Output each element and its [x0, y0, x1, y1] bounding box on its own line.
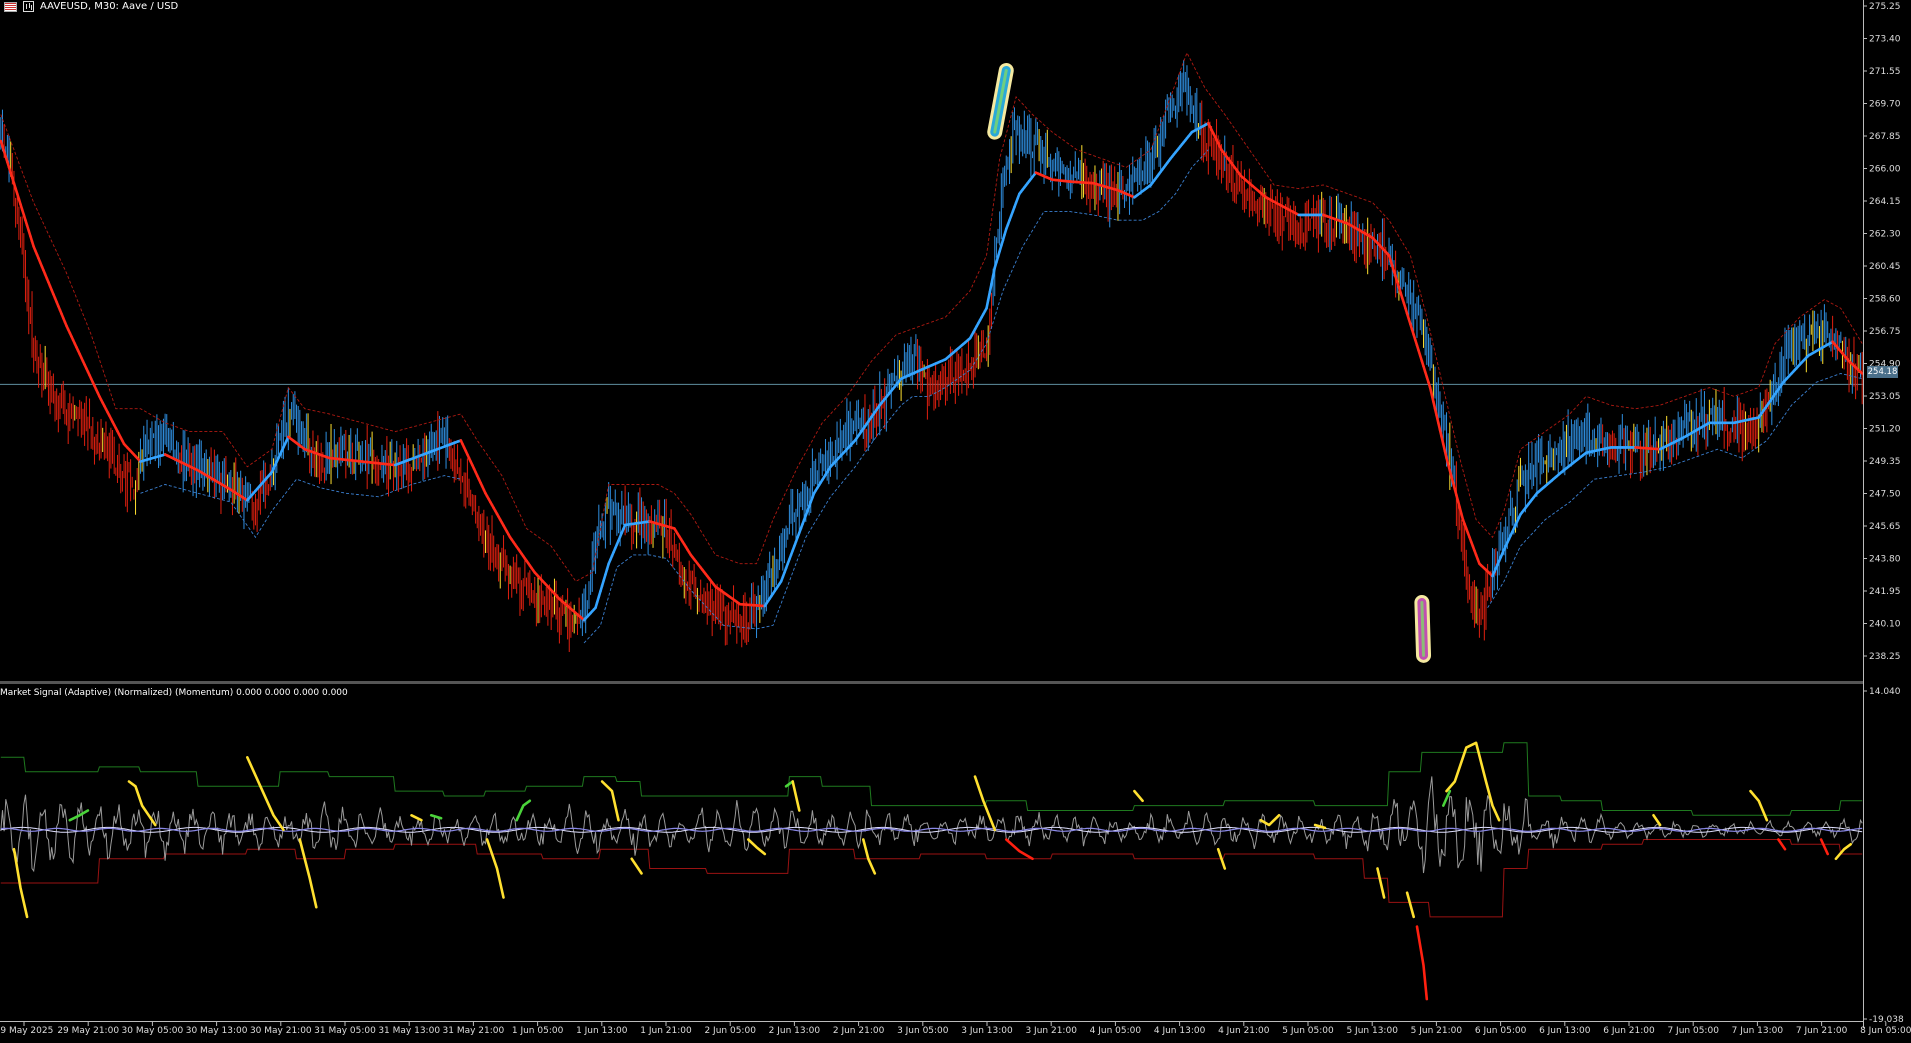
time-tick-label: 30 May 21:00	[250, 1026, 312, 1036]
time-tick-label: 1 Jun 05:00	[512, 1026, 564, 1036]
time-tick-label: 3 Jun 05:00	[897, 1026, 949, 1036]
time-tick-label: 6 Jun 21:00	[1603, 1026, 1655, 1036]
time-tick-label: 6 Jun 05:00	[1475, 1026, 1527, 1036]
price-tick-label: 245.65	[1869, 522, 1901, 532]
price-tick-label: 249.35	[1869, 457, 1901, 467]
price-tick-label: 258.60	[1869, 295, 1901, 305]
price-tick-label: 253.05	[1869, 392, 1901, 402]
chart-canvas[interactable]: 275.25 273.40 271.55 269.70 267.85 266.00 264.…	[0, 0, 1911, 1043]
chart-header: AAVEUSD, M30: Aave / USD	[4, 1, 178, 12]
price-tick-label: 271.55	[1869, 67, 1901, 77]
price-tick-label: 269.70	[1869, 100, 1901, 110]
price-tick-label: 240.10	[1869, 620, 1901, 630]
time-tick-label: 30 May 05:00	[122, 1026, 184, 1036]
time-tick-label: 7 Jun 05:00	[1667, 1026, 1719, 1036]
price-tick-label: 243.80	[1869, 555, 1901, 565]
time-tick-label: 1 Jun 13:00	[576, 1026, 628, 1036]
time-tick-label: 2 Jun 05:00	[704, 1026, 756, 1036]
price-tick-label: 275.25	[1869, 2, 1901, 12]
price-tick-label: 262.30	[1869, 230, 1901, 240]
sub-tick-label: -19.038	[1869, 1015, 1904, 1025]
time-tick-label: 3 Jun 13:00	[961, 1026, 1013, 1036]
time-tick-label: 2 Jun 21:00	[833, 1026, 885, 1036]
time-tick-label: 3 Jun 21:00	[1025, 1026, 1077, 1036]
pane-separator	[0, 681, 1863, 684]
price-tick-label: 266.00	[1869, 165, 1901, 175]
time-tick-label: 29 May 21:00	[57, 1026, 119, 1036]
time-tick-label: 7 Jun 21:00	[1796, 1026, 1848, 1036]
time-tick-label: 31 May 05:00	[314, 1026, 376, 1036]
time-tick-label: 5 Jun 21:00	[1411, 1026, 1463, 1036]
price-tick-label: 267.85	[1869, 132, 1901, 142]
last-price-badge: 254.18	[1867, 366, 1898, 378]
time-tick-label: 31 May 21:00	[443, 1026, 505, 1036]
time-tick-label: 29 May 2025	[0, 1026, 53, 1036]
time-tick-label: 8 Jun 05:00	[1860, 1026, 1911, 1036]
flag-icon	[4, 1, 17, 12]
symbol-title: AAVEUSD, M30: Aave / USD	[40, 1, 179, 12]
time-tick-label: 6 Jun 13:00	[1539, 1026, 1591, 1036]
price-tick-label: 247.50	[1869, 490, 1901, 500]
time-tick-label: 5 Jun 13:00	[1346, 1026, 1398, 1036]
price-tick-label: 260.45	[1869, 262, 1901, 272]
time-tick-label: 4 Jun 13:00	[1154, 1026, 1206, 1036]
time-tick-label: 1 Jun 21:00	[640, 1026, 692, 1036]
time-tick-label: 2 Jun 13:00	[769, 1026, 821, 1036]
time-tick-label: 4 Jun 21:00	[1218, 1026, 1270, 1036]
indicator-title: Market Signal (Adaptive) (Normalized) (M…	[0, 688, 348, 698]
time-tick-label: 31 May 13:00	[378, 1026, 440, 1036]
price-tick-label: 256.75	[1869, 327, 1901, 337]
sub-tick-label: 14.040	[1869, 687, 1901, 697]
time-tick-label: 30 May 13:00	[186, 1026, 248, 1036]
signal-callout-core	[1420, 600, 1426, 657]
price-tick-label: 273.40	[1869, 35, 1901, 45]
price-tick-label: 251.20	[1869, 425, 1901, 435]
chart-type-icon[interactable]	[23, 1, 34, 12]
ma-segment	[1859, 370, 1864, 375]
price-tick-label: 264.15	[1869, 197, 1901, 207]
time-tick-label: 7 Jun 13:00	[1732, 1026, 1784, 1036]
price-tick-label: 241.95	[1869, 587, 1901, 597]
price-tick-label: 238.25	[1869, 652, 1901, 662]
time-tick-label: 4 Jun 05:00	[1090, 1026, 1142, 1036]
time-tick-label: 5 Jun 05:00	[1282, 1026, 1334, 1036]
